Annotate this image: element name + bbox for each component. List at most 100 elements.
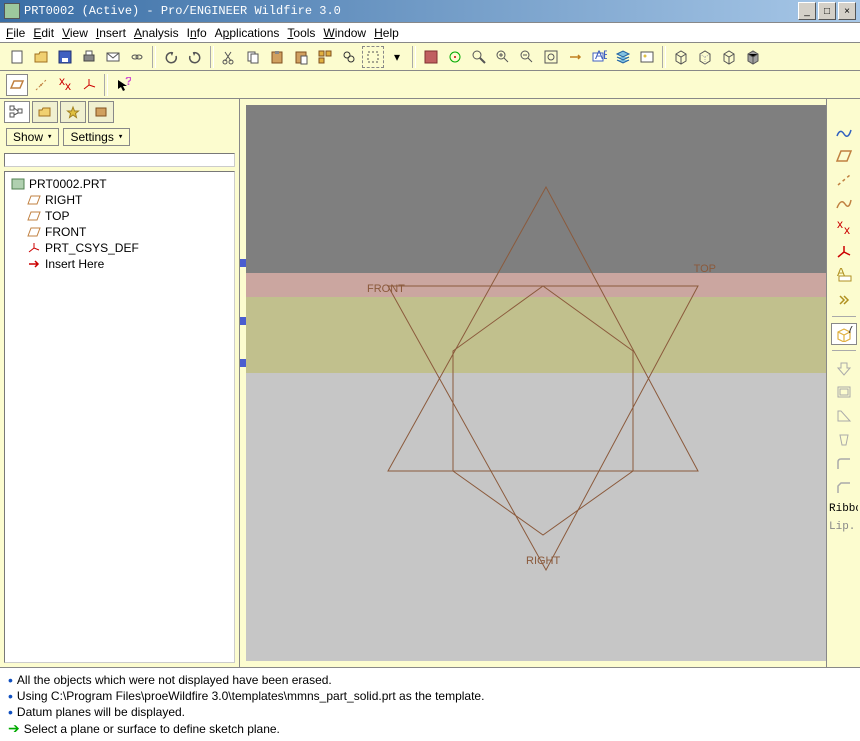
sketch-button[interactable]	[831, 121, 857, 143]
graphics-canvas[interactable]: TOP FRONT RIGHT	[246, 105, 826, 661]
tree-item-insert-here[interactable]: Insert Here	[9, 256, 230, 272]
svg-text:AB: AB	[595, 49, 607, 62]
datum-axis-toggle[interactable]	[30, 74, 52, 96]
show-dropdown[interactable]: Show	[6, 128, 59, 146]
window-title: PRT0002 (Active) - Pro/ENGINEER Wildfire…	[24, 4, 796, 18]
saved-views-button[interactable]: AB	[588, 46, 610, 68]
datum-point-button[interactable]: xx	[831, 217, 857, 239]
maximize-button[interactable]: □	[818, 2, 836, 20]
image-button[interactable]	[636, 46, 658, 68]
message-area: • All the objects which were not displaye…	[0, 667, 860, 741]
redo-button[interactable]	[184, 46, 206, 68]
datum-axis-button[interactable]	[831, 169, 857, 191]
ribbon-button[interactable]: Ribbon...	[829, 501, 858, 517]
datum-csys-toggle[interactable]	[78, 74, 100, 96]
extrude-button[interactable]: 7	[831, 323, 857, 345]
titlebar: PRT0002 (Active) - Pro/ENGINEER Wildfire…	[0, 0, 860, 23]
undo-button[interactable]	[160, 46, 182, 68]
display-shaded-button[interactable]	[742, 46, 764, 68]
zoom-out-button[interactable]	[516, 46, 538, 68]
datum-point-toggle[interactable]: xx	[54, 74, 76, 96]
cut-button[interactable]	[218, 46, 240, 68]
model-tree-sidebar: Show Settings PRT0002.PRT RIGHT TOP FRON…	[0, 99, 240, 667]
reference-button[interactable]	[831, 289, 857, 311]
model-tree[interactable]: PRT0002.PRT RIGHT TOP FRONT PRT_CSYS_DEF…	[4, 171, 235, 663]
tree-item-label: PRT_CSYS_DEF	[45, 241, 139, 255]
menubar: File Edit View Insert Analysis Info Appl…	[0, 23, 860, 43]
help-pointer-button[interactable]: ?	[112, 74, 134, 96]
svg-text:x: x	[837, 220, 843, 231]
settings-dropdown[interactable]: Settings	[63, 128, 130, 146]
status-text: Datum planes will be displayed.	[17, 705, 185, 719]
datum-label-top: TOP	[694, 263, 716, 275]
datum-curve-button[interactable]	[831, 193, 857, 215]
draft-button[interactable]	[831, 429, 857, 451]
layers-button[interactable]	[612, 46, 634, 68]
datum-csys-button[interactable]	[831, 241, 857, 263]
tab-connections[interactable]	[88, 101, 114, 123]
paste-special-button[interactable]	[290, 46, 312, 68]
tree-item-front[interactable]: FRONT	[9, 224, 230, 240]
status-line: •Using C:\Program Files\proeWildfire 3.0…	[8, 688, 852, 704]
find-button[interactable]	[338, 46, 360, 68]
reorient-button[interactable]	[564, 46, 586, 68]
round-button[interactable]	[831, 453, 857, 475]
menu-window[interactable]: Window	[323, 26, 366, 40]
refit-button[interactable]	[540, 46, 562, 68]
spin-center-button[interactable]	[444, 46, 466, 68]
copy-link-button[interactable]	[126, 46, 148, 68]
datum-plane-icon	[27, 226, 41, 238]
shell-button[interactable]	[831, 381, 857, 403]
menu-help[interactable]: Help	[374, 26, 399, 40]
datum-plane-button[interactable]	[831, 145, 857, 167]
menu-view[interactable]: View	[62, 26, 88, 40]
bullet-icon: •	[8, 672, 13, 688]
chamfer-button[interactable]	[831, 477, 857, 499]
display-nohidden-button[interactable]	[718, 46, 740, 68]
rib-button[interactable]	[831, 405, 857, 427]
menu-insert[interactable]: Insert	[96, 26, 126, 40]
separator	[832, 350, 856, 352]
display-wireframe-button[interactable]	[670, 46, 692, 68]
tree-root[interactable]: PRT0002.PRT	[9, 176, 230, 192]
separator	[412, 46, 416, 68]
select-button[interactable]	[362, 46, 384, 68]
orient-button[interactable]	[468, 46, 490, 68]
close-button[interactable]: ×	[838, 2, 856, 20]
print-button[interactable]	[78, 46, 100, 68]
display-hidden-button[interactable]	[694, 46, 716, 68]
view-mgr-button[interactable]	[420, 46, 442, 68]
tree-root-label: PRT0002.PRT	[29, 177, 107, 191]
open-button[interactable]	[30, 46, 52, 68]
tab-favorites[interactable]	[60, 101, 86, 123]
tree-item-label: Insert Here	[45, 257, 104, 271]
hole-button[interactable]	[831, 357, 857, 379]
tree-filter-bar[interactable]	[4, 153, 235, 167]
menu-analysis[interactable]: Analysis	[134, 26, 179, 40]
tab-folder-browser[interactable]	[32, 101, 58, 123]
new-button[interactable]	[6, 46, 28, 68]
menu-applications[interactable]: Applications	[215, 26, 280, 40]
menu-tools[interactable]: Tools	[287, 26, 315, 40]
save-button[interactable]	[54, 46, 76, 68]
paste-button[interactable]	[266, 46, 288, 68]
select-dropdown[interactable]: ▾	[386, 46, 408, 68]
menu-edit[interactable]: Edit	[33, 26, 54, 40]
email-button[interactable]	[102, 46, 124, 68]
menu-file[interactable]: File	[6, 26, 25, 40]
separator	[662, 46, 666, 68]
minimize-button[interactable]: _	[798, 2, 816, 20]
tree-item-top[interactable]: TOP	[9, 208, 230, 224]
zoom-in-button[interactable]	[492, 46, 514, 68]
tree-item-csys[interactable]: PRT_CSYS_DEF	[9, 240, 230, 256]
tab-model-tree[interactable]	[4, 101, 30, 123]
tree-item-right[interactable]: RIGHT	[9, 192, 230, 208]
status-text: All the objects which were not displayed…	[17, 673, 332, 687]
copy-button[interactable]	[242, 46, 264, 68]
regenerate-button[interactable]	[314, 46, 336, 68]
status-prompt: ➔Select a plane or surface to define ske…	[8, 720, 852, 737]
annotation-button[interactable]: A	[831, 265, 857, 287]
separator	[210, 46, 214, 68]
datum-plane-toggle[interactable]	[6, 74, 28, 96]
menu-info[interactable]: Info	[187, 26, 207, 40]
